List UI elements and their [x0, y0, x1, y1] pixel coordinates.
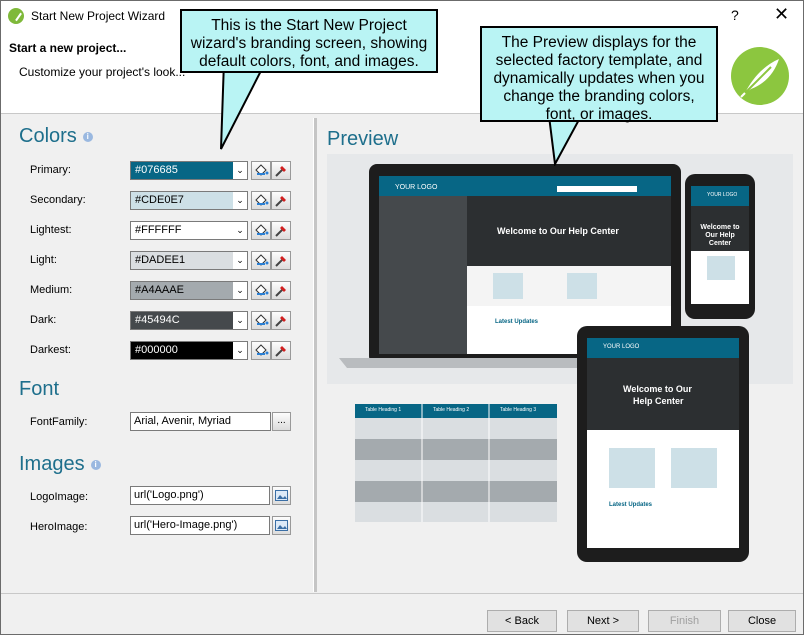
- chevron-down-icon[interactable]: ⌄: [233, 222, 247, 239]
- color-value-text: #000000: [135, 344, 178, 356]
- wizard-window: Start New Project Wizard ? ✕ Start a new…: [0, 0, 804, 635]
- finish-button[interactable]: Finish: [648, 610, 721, 632]
- font-family-field[interactable]: Arial, Avenir, Myriad: [130, 412, 271, 431]
- color-label: Secondary:: [30, 194, 86, 206]
- images-section-title: Images i: [19, 453, 101, 476]
- table-heading-1: Table Heading 1: [365, 407, 402, 413]
- color-label: Lightest:: [30, 224, 72, 236]
- preview-logo-text: YOUR LOGO: [395, 184, 438, 191]
- color-value-dropdown[interactable]: #DADEE1 ⌄: [130, 251, 248, 270]
- help-button[interactable]: ?: [731, 7, 739, 23]
- paint-bucket-icon[interactable]: [251, 161, 271, 180]
- right-callout: The Preview displays for the selected fa…: [480, 26, 718, 123]
- template-preview: YOUR LOGO Welcome to Our Help Center Lat…: [327, 154, 793, 568]
- color-value-dropdown[interactable]: #000000 ⌄: [130, 341, 248, 360]
- chevron-down-icon[interactable]: ⌄: [233, 162, 247, 179]
- preview-hero-text: Welcome to Our Help Center: [497, 226, 619, 236]
- images-heading: Images: [19, 453, 85, 475]
- next-button[interactable]: Next >: [567, 610, 639, 632]
- paint-bucket-icon[interactable]: [251, 191, 271, 210]
- window-title: Start New Project Wizard: [31, 9, 166, 23]
- back-button[interactable]: < Back: [487, 610, 557, 632]
- hero-image-field[interactable]: url('Hero-Image.png'): [130, 516, 270, 535]
- eyedropper-icon[interactable]: [271, 191, 291, 210]
- hero-image-browse-icon[interactable]: [272, 516, 291, 535]
- color-value-dropdown[interactable]: #076685 ⌄: [130, 161, 248, 180]
- eyedropper-icon[interactable]: [271, 221, 291, 240]
- app-leaf-icon: [8, 8, 24, 24]
- feather-logo-icon: [731, 47, 789, 105]
- info-icon[interactable]: i: [90, 459, 101, 470]
- panel-splitter[interactable]: [313, 118, 317, 592]
- preview-title: Preview: [327, 128, 399, 150]
- color-value-dropdown[interactable]: #FFFFFF ⌄: [130, 221, 248, 240]
- tablet-latest-updates: Latest Updates: [609, 502, 653, 508]
- color-value-text: #076685: [135, 164, 178, 176]
- chevron-down-icon[interactable]: ⌄: [233, 252, 247, 269]
- color-label: Medium:: [30, 284, 73, 296]
- footer-divider: [1, 593, 803, 594]
- colors-section-title: Colors i: [19, 125, 93, 148]
- font-browse-button[interactable]: ...: [272, 412, 291, 431]
- color-value-dropdown[interactable]: #A4AAAE ⌄: [130, 281, 248, 300]
- eyedropper-icon[interactable]: [271, 281, 291, 300]
- tablet-logo-text: YOUR LOGO: [603, 344, 640, 350]
- paint-bucket-icon[interactable]: [251, 341, 271, 360]
- color-value-text: #A4AAAE: [135, 284, 184, 296]
- left-callout: This is the Start New Project wizard's b…: [180, 9, 438, 73]
- paint-bucket-icon[interactable]: [251, 221, 271, 240]
- color-value-text: #DADEE1: [135, 254, 186, 266]
- logo-image-browse-icon[interactable]: [272, 486, 291, 505]
- color-value-dropdown[interactable]: #CDE0E7 ⌄: [130, 191, 248, 210]
- tablet-hero-line1: Welcome to Our: [623, 384, 692, 394]
- phone-hero-text: Welcome to Our Help Center: [700, 224, 740, 247]
- branding-settings-panel: Colors i Primary: #076685 ⌄ Secondary: #CDE0E…: [1, 114, 310, 592]
- color-label: Primary:: [30, 164, 71, 176]
- paint-bucket-icon[interactable]: [251, 281, 271, 300]
- page-title: Start a new project...: [9, 41, 127, 55]
- left-callout-tail: [220, 61, 268, 150]
- paint-bucket-icon[interactable]: [251, 311, 271, 330]
- page-subtitle: Customize your project's look...: [19, 65, 186, 79]
- paint-bucket-icon[interactable]: [251, 251, 271, 270]
- colors-heading: Colors: [19, 125, 77, 147]
- color-value-text: #CDE0E7: [135, 194, 184, 206]
- chevron-down-icon[interactable]: ⌄: [233, 282, 247, 299]
- color-value-text: #FFFFFF: [135, 224, 182, 236]
- logo-image-field[interactable]: url('Logo.png'): [130, 486, 270, 505]
- close-button[interactable]: Close: [728, 610, 796, 632]
- eyedropper-icon[interactable]: [271, 161, 291, 180]
- phone-logo-text: YOUR LOGO: [707, 192, 738, 198]
- font-family-label: FontFamily:: [30, 416, 88, 428]
- chevron-down-icon[interactable]: ⌄: [233, 342, 247, 359]
- preview-latest-updates: Latest Updates: [495, 319, 539, 325]
- chevron-down-icon[interactable]: ⌄: [233, 312, 247, 329]
- color-label: Dark:: [30, 314, 57, 326]
- hero-image-label: HeroImage:: [30, 521, 88, 533]
- tablet-hero-line2: Help Center: [633, 396, 684, 406]
- close-window-icon[interactable]: ✕: [774, 4, 789, 25]
- eyedropper-icon[interactable]: [271, 251, 291, 270]
- table-heading-2: Table Heading 2: [433, 407, 470, 413]
- chevron-down-icon[interactable]: ⌄: [233, 192, 247, 209]
- logo-image-label: LogoImage:: [30, 491, 89, 503]
- info-icon[interactable]: i: [82, 131, 93, 142]
- color-value-dropdown[interactable]: #45494C ⌄: [130, 311, 248, 330]
- table-heading-3: Table Heading 3: [500, 407, 537, 413]
- color-label: Darkest:: [30, 344, 71, 356]
- eyedropper-icon[interactable]: [271, 311, 291, 330]
- color-value-text: #45494C: [135, 314, 180, 326]
- eyedropper-icon[interactable]: [271, 341, 291, 360]
- font-section-title: Font: [19, 378, 60, 400]
- color-label: Light:: [30, 254, 57, 266]
